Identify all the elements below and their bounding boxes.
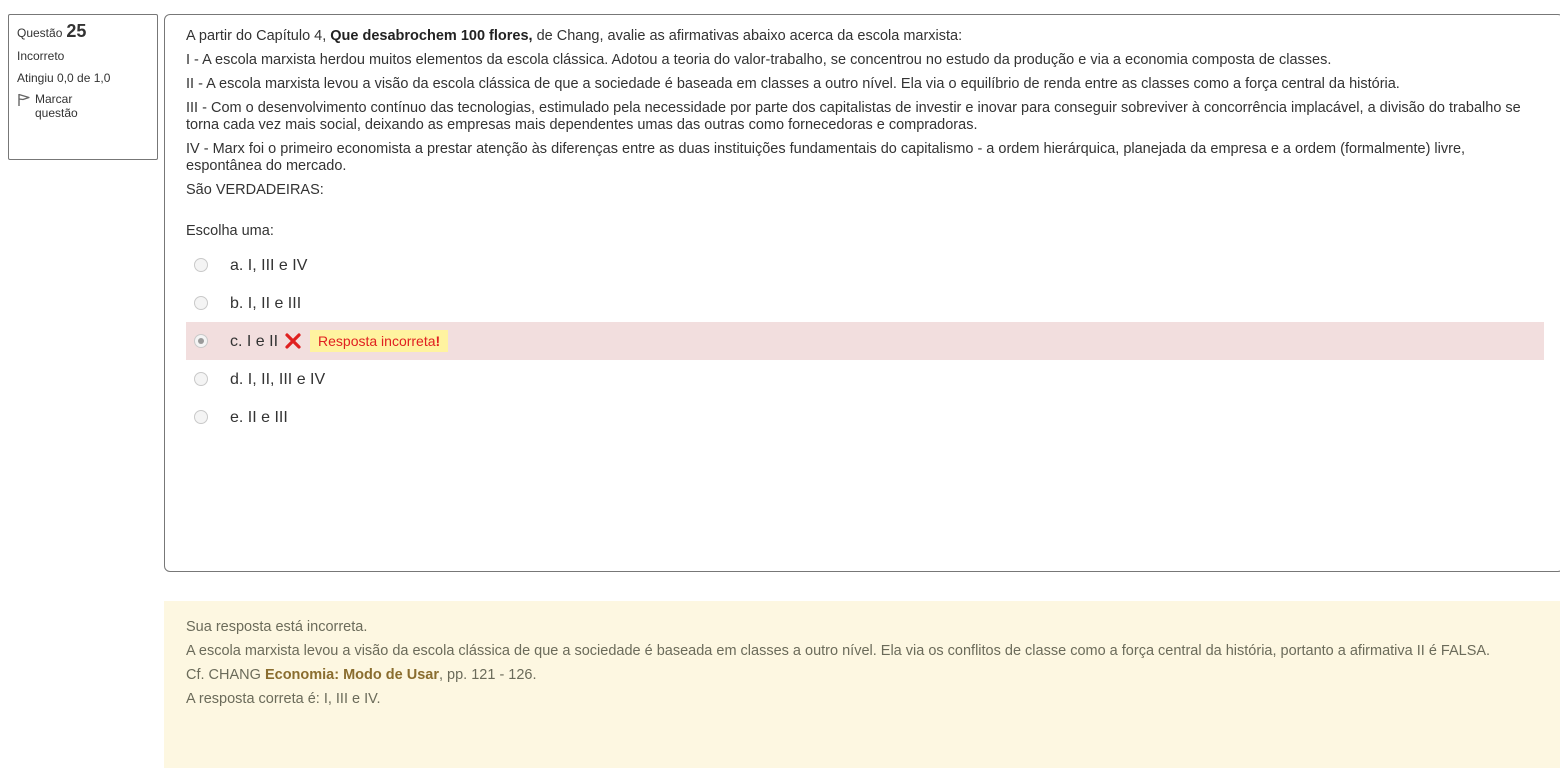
- answer-option-b[interactable]: b. I, II e III: [186, 284, 1544, 322]
- answer-label-a[interactable]: a. I, III e IV: [230, 257, 307, 274]
- question-intro-pre: A partir do Capítulo 4,: [186, 28, 327, 44]
- answer-radio-c[interactable]: [194, 334, 208, 348]
- correct-answer: A resposta correta é: I, III e IV.: [186, 691, 381, 707]
- question-text: A partir do Capítulo 4, Que desabrochem …: [186, 28, 1543, 199]
- reference-prefix: Cf. CHANG: [186, 667, 261, 683]
- red-x-icon: [284, 332, 302, 350]
- reference-pages: , pp. 121 - 126.: [438, 667, 537, 683]
- answer-option-c[interactable]: c. I e II Resposta incorreta!: [186, 322, 1544, 360]
- feedback-reference: Cf. CHANG Economia: Modo de Usar, pp. 12…: [186, 667, 1542, 684]
- answer-radio-e[interactable]: [194, 410, 208, 424]
- answer-label-c[interactable]: c. I e II: [230, 333, 278, 350]
- statement-ii: II - A escola marxista levou a visão da …: [186, 76, 1400, 92]
- question-intro-post: de Chang, avalie as afirmativas abaixo a…: [536, 28, 963, 44]
- incorrect-answer-badge: Resposta incorreta!: [310, 330, 449, 352]
- question-intro: A partir do Capítulo 4, Que desabrochem …: [186, 28, 1543, 45]
- incorrect-answer-text: Resposta incorreta: [318, 333, 436, 349]
- question-content: A partir do Capítulo 4, Que desabrochem …: [164, 14, 1560, 572]
- statement-iv: IV - Marx foi o primeiro economista a pr…: [186, 141, 1466, 174]
- question-info-panel: Questão 25 Incorreto Atingiu 0,0 de 1,0 …: [8, 14, 158, 160]
- flag-question-link[interactable]: Marcar questão: [17, 92, 149, 120]
- answer-radio-b[interactable]: [194, 296, 208, 310]
- feedback-panel: Sua resposta está incorreta. A escola ma…: [164, 601, 1560, 768]
- question-number: 25: [66, 21, 87, 41]
- statement-i: I - A escola marxista herdou muitos elem…: [186, 52, 1332, 68]
- feedback-explanation: A escola marxista levou a visão da escol…: [186, 643, 1491, 659]
- answer-option-e[interactable]: e. II e III: [186, 398, 1544, 436]
- flag-outline-icon: [17, 92, 31, 110]
- reference-book-title: Economia: Modo de Usar: [264, 667, 439, 683]
- answer-radio-a[interactable]: [194, 258, 208, 272]
- answer-option-a[interactable]: a. I, III e IV: [186, 246, 1544, 284]
- choose-one-prompt: Escolha uma:: [186, 223, 274, 239]
- flag-question-label: Marcar questão: [35, 92, 78, 120]
- question-closing: São VERDADEIRAS:: [186, 182, 324, 198]
- question-number-line: Questão 25: [17, 21, 149, 42]
- question-label: Questão: [17, 26, 63, 40]
- answer-radio-d[interactable]: [194, 372, 208, 386]
- answer-option-d[interactable]: d. I, II, III e IV: [186, 360, 1544, 398]
- statement-iii: III - Com o desenvolvimento contínuo das…: [186, 100, 1521, 133]
- incorrect-answer-bang: !: [435, 333, 441, 349]
- answer-options: a. I, III e IV b. I, II e III c. I e II …: [186, 246, 1544, 436]
- answer-label-e[interactable]: e. II e III: [230, 409, 288, 426]
- answer-label-b[interactable]: b. I, II e III: [230, 295, 301, 312]
- answer-label-d[interactable]: d. I, II, III e IV: [230, 371, 325, 388]
- general-feedback: Sua resposta está incorreta.: [186, 619, 368, 635]
- question-state: Incorreto: [17, 49, 65, 63]
- question-grade: Atingiu 0,0 de 1,0: [17, 71, 111, 85]
- chapter-title: Que desabrochem 100 flores,: [330, 28, 533, 44]
